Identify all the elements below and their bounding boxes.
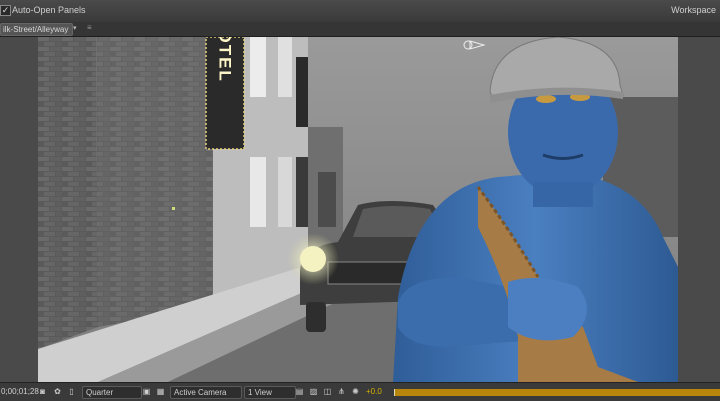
- hotel-sign-text: HOTEL: [216, 37, 235, 83]
- fast-preview-icon[interactable]: ▯: [66, 386, 77, 397]
- breadcrumb-dropdown-icon[interactable]: ▾: [73, 24, 77, 32]
- view-layout-dropdown[interactable]: 1 View: [244, 386, 296, 399]
- composition-frame: HOTEL: [38, 37, 678, 382]
- timecode-display[interactable]: 0;00;01;28: [1, 386, 39, 397]
- camera-icon[interactable]: ◙: [37, 386, 48, 397]
- scene-image: HOTEL: [38, 37, 678, 382]
- auto-open-panels-checkbox[interactable]: ✓: [0, 5, 11, 16]
- composition-breadcrumb-label: ilk-Street/Alleyway: [3, 25, 69, 34]
- toggle-preview-icon[interactable]: ▨: [308, 386, 319, 397]
- composition-breadcrumb[interactable]: ilk-Street/Alleyway: [0, 23, 74, 36]
- viewer-bottom-bar: 0;00;01;28 ◙ ✿ ▯ Quarter ▣ ▦ Active Came…: [0, 382, 720, 401]
- viewer-tab-row: ilk-Street/Alleyway ▾ ≡: [0, 22, 720, 37]
- exposure-icon[interactable]: ✺: [350, 386, 361, 397]
- resolution-dropdown[interactable]: Quarter: [82, 386, 142, 399]
- draft-3d-icon[interactable]: ◫: [322, 386, 333, 397]
- workspace-menu[interactable]: Workspace: [671, 5, 716, 15]
- time-navigator-bar[interactable]: [394, 389, 720, 396]
- color-channels-icon[interactable]: ✿: [52, 386, 63, 397]
- toggle-pixel-aspect-icon[interactable]: ▤: [294, 386, 305, 397]
- auto-open-panels-label: Auto-Open Panels: [12, 5, 86, 15]
- flowchart-icon[interactable]: ⋔: [336, 386, 347, 397]
- composition-viewer[interactable]: HOTEL: [0, 37, 720, 382]
- camera-dropdown[interactable]: Active Camera: [170, 386, 242, 399]
- region-of-interest-icon[interactable]: ▣: [141, 386, 152, 397]
- exposure-value[interactable]: +0.0: [366, 386, 382, 397]
- top-panel-bar: ✓ Auto-Open Panels Workspace: [0, 0, 720, 23]
- transparency-grid-icon[interactable]: ▦: [155, 386, 166, 397]
- panel-menu-icon[interactable]: ≡: [87, 23, 92, 32]
